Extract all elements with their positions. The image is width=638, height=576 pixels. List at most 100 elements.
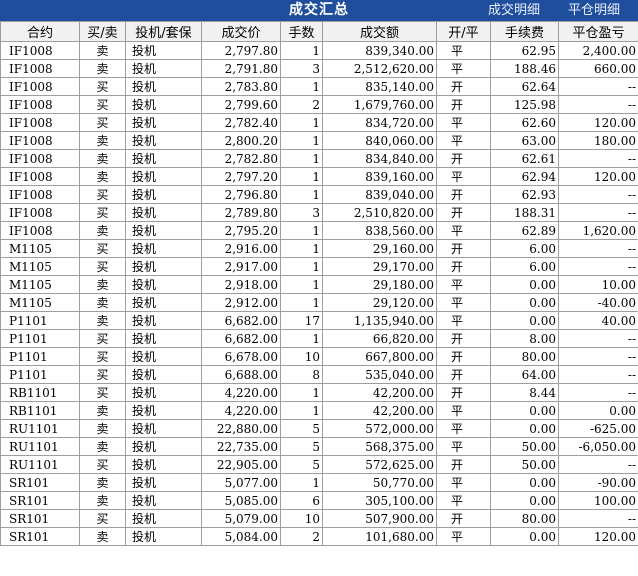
cell-hedge: 投机 [125,41,202,60]
table-row[interactable]: IF1008 买投机 2,796.80 1 839,040.00 开 62.93 -- [0,185,638,204]
cell-side: 卖 [79,437,126,456]
cell-price: 2,912.00 [201,293,281,312]
cell-amount: 29,120.00 [322,293,437,312]
table-row[interactable]: P1101 买投机 6,682.00 1 66,820.00 开 8.00 -- [0,329,638,348]
cell-close-pnl: 120.00 [558,167,638,186]
cell-price: 2,782.80 [201,149,281,168]
cell-price: 6,682.00 [201,311,281,330]
col-header-side[interactable]: 买/卖 [79,21,126,42]
cell-contract: P1101 [0,311,80,330]
cell-amount: 840,060.00 [322,131,437,150]
cell-fee: 63.00 [490,131,559,150]
cell-close-pnl: -- [558,77,638,96]
cell-lots: 10 [280,509,323,528]
cell-close-pnl: -6,050.00 [558,437,638,456]
col-header-amount[interactable]: 成交额 [322,21,437,42]
cell-contract: SR101 [0,491,80,510]
table-row[interactable]: SR101 卖投机 5,085.00 6 305,100.00 平 0.00 100.00 [0,491,638,510]
cell-price: 4,220.00 [201,383,281,402]
cell-close-pnl: 100.00 [558,491,638,510]
cell-side: 卖 [79,59,126,78]
tab-trade-detail[interactable]: 成交明细 [488,0,540,21]
table-row[interactable]: M1105 买投机 2,917.00 1 29,170.00 开 6.00 -- [0,257,638,276]
table-row[interactable]: IF1008 卖投机 2,791.80 3 2,512,620.00 平 188.46 660… [0,59,638,78]
table-row[interactable]: RB1101 买投机 4,220.00 1 42,200.00 开 8.44 -- [0,383,638,402]
table-row[interactable]: SR101 卖投机 5,077.00 1 50,770.00 平 0.00 -90.00 [0,473,638,492]
col-header-hedge[interactable]: 投机/套保 [125,21,202,42]
cell-hedge: 投机 [125,509,202,528]
cell-lots: 3 [280,203,323,222]
cell-contract: IF1008 [0,59,80,78]
cell-open-close: 平 [436,419,491,438]
table-row[interactable]: M1105 卖投机 2,918.00 1 29,180.00 平 0.00 10.00 [0,275,638,294]
table-row[interactable]: IF1008 卖投机 2,797.80 1 839,340.00 平 62.95 2,400.… [0,41,638,60]
cell-amount: 66,820.00 [322,329,437,348]
table-row[interactable]: RU1101 卖投机 22,735.00 5 568,375.00 平 50.00 -6,05… [0,437,638,456]
cell-contract: IF1008 [0,167,80,186]
col-header-close-pnl[interactable]: 平仓盈亏 [558,21,638,42]
cell-price: 2,799.60 [201,95,281,114]
cell-amount: 29,170.00 [322,257,437,276]
cell-hedge: 投机 [125,491,202,510]
cell-fee: 8.00 [490,329,559,348]
cell-side: 买 [79,257,126,276]
table-row[interactable]: IF1008 卖投机 2,795.20 1 838,560.00 平 62.89 1,620.… [0,221,638,240]
table-row[interactable]: IF1008 买投机 2,789.80 3 2,510,820.00 开 188.31 -- [0,203,638,222]
table-row[interactable]: M1105 买投机 2,916.00 1 29,160.00 开 6.00 -- [0,239,638,258]
cell-price: 6,678.00 [201,347,281,366]
cell-price: 22,735.00 [201,437,281,456]
cell-price: 5,079.00 [201,509,281,528]
table-row[interactable]: IF1008 买投机 2,782.40 1 834,720.00 平 62.60 120.00 [0,113,638,132]
table-row[interactable]: IF1008 卖投机 2,800.20 1 840,060.00 平 63.00 180.00 [0,131,638,150]
cell-fee: 0.00 [490,473,559,492]
table-row[interactable]: RU1101 买投机 22,905.00 5 572,625.00 开 50.00 -- [0,455,638,474]
col-header-price[interactable]: 成交价 [201,21,281,42]
tab-close-detail[interactable]: 平仓明细 [568,0,620,21]
table-row[interactable]: IF1008 买投机 2,799.60 2 1,679,760.00 开 125.98 -- [0,95,638,114]
cell-price: 6,682.00 [201,329,281,348]
col-header-contract[interactable]: 合约 [0,21,80,42]
col-header-lots[interactable]: 手数 [280,21,323,42]
cell-lots: 8 [280,365,323,384]
cell-lots: 1 [280,329,323,348]
table-row[interactable]: RU1101 卖投机 22,880.00 5 572,000.00 平 0.00 -625.0… [0,419,638,438]
cell-lots: 1 [280,149,323,168]
cell-close-pnl: -- [558,257,638,276]
table-row[interactable]: SR101 买投机 5,079.00 10 507,900.00 开 80.00 -- [0,509,638,528]
cell-price: 22,880.00 [201,419,281,438]
cell-fee: 62.89 [490,221,559,240]
cell-open-close: 平 [436,293,491,312]
cell-open-close: 开 [436,455,491,474]
cell-close-pnl: -- [558,239,638,258]
cell-fee: 6.00 [490,239,559,258]
table-row[interactable]: SR101 卖投机 5,084.00 2 101,680.00 平 0.00 120.00 [0,527,638,546]
cell-close-pnl: 120.00 [558,113,638,132]
col-header-fee[interactable]: 手续费 [490,21,559,42]
cell-contract: RU1101 [0,455,80,474]
col-header-open-close[interactable]: 开/平 [436,21,491,42]
table-row[interactable]: RB1101 卖投机 4,220.00 1 42,200.00 平 0.00 0.00 [0,401,638,420]
cell-open-close: 平 [436,221,491,240]
cell-fee: 6.00 [490,257,559,276]
table-row[interactable]: IF1008 卖投机 2,782.80 1 834,840.00 开 62.61 -- [0,149,638,168]
cell-contract: RB1101 [0,401,80,420]
cell-close-pnl: -40.00 [558,293,638,312]
cell-fee: 125.98 [490,95,559,114]
cell-hedge: 投机 [125,77,202,96]
cell-open-close: 开 [436,239,491,258]
cell-lots: 1 [280,131,323,150]
cell-side: 买 [79,347,126,366]
table-row[interactable]: IF1008 买投机 2,783.80 1 835,140.00 开 62.64 -- [0,77,638,96]
table-row[interactable]: P1101 买投机 6,688.00 8 535,040.00 开 64.00 -- [0,365,638,384]
table-row[interactable]: IF1008 卖投机 2,797.20 1 839,160.00 平 62.94 120.00 [0,167,638,186]
cell-lots: 1 [280,113,323,132]
cell-contract: IF1008 [0,203,80,222]
table-row[interactable]: M1105 卖投机 2,912.00 1 29,120.00 平 0.00 -40.00 [0,293,638,312]
cell-hedge: 投机 [125,185,202,204]
cell-amount: 507,900.00 [322,509,437,528]
table-row[interactable]: P1101 卖投机 6,682.00 17 1,135,940.00 平 0.00 40.00 [0,311,638,330]
title-bar: 成交汇总 成交明细 平仓明细 [0,0,638,21]
cell-open-close: 平 [436,131,491,150]
table-row[interactable]: P1101 买投机 6,678.00 10 667,800.00 开 80.00 -- [0,347,638,366]
cell-contract: P1101 [0,347,80,366]
